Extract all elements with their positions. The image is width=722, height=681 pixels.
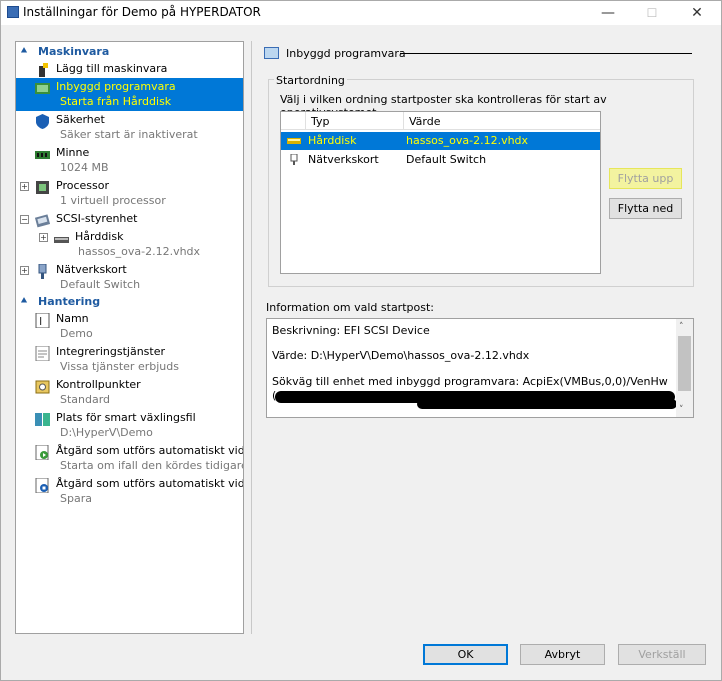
expand-icon[interactable]: + <box>20 266 29 275</box>
cancel-button[interactable]: Avbryt <box>520 644 605 665</box>
boot-entry-info-textbox[interactable]: Beskrivning: EFI SCSI Device Värde: D:\H… <box>266 318 694 418</box>
add-hardware-icon <box>39 63 48 77</box>
settings-navigation: ⯅ Maskinvara Lägg till maskinvara Inbygg… <box>15 41 244 634</box>
nav-processor[interactable]: + Processor 1 virtuell processor <box>16 177 243 210</box>
shield-icon <box>36 114 49 129</box>
nav-checkpoints[interactable]: Kontrollpunkter Standard <box>16 376 243 409</box>
hyperv-app-icon <box>7 6 19 18</box>
scsi-icon <box>35 214 50 228</box>
maximize-button[interactable]: ☐ <box>629 1 675 25</box>
nav-network-adapter[interactable]: + Nätverkskort Default Switch <box>16 261 243 294</box>
nav-smart-paging[interactable]: Plats för smart växlingsfil D:\HyperV\De… <box>16 409 243 442</box>
panel-title: Inbyggd programvara <box>286 47 406 60</box>
close-button[interactable]: ✕ <box>674 1 720 25</box>
minimize-button[interactable]: — <box>585 1 631 25</box>
column-type[interactable]: Typ <box>311 115 330 128</box>
network-icon <box>290 154 298 165</box>
nav-memory[interactable]: Minne 1024 MB <box>16 144 243 177</box>
firmware-settings-panel: Inbyggd programvara Startordning Välj i … <box>251 41 708 634</box>
settings-window: Inställningar för Demo på HYPERDATOR — ☐… <box>0 0 722 681</box>
boot-entry-network[interactable]: Nätverkskort Default Switch <box>281 151 600 169</box>
checkpoint-icon <box>35 380 50 394</box>
collapse-chevron-icon: ⯅ <box>20 46 28 57</box>
collapse-icon[interactable]: − <box>20 215 29 224</box>
collapse-chevron-icon: ⯅ <box>20 296 28 307</box>
scroll-down-icon[interactable]: ˅ <box>679 405 684 415</box>
boot-entry-harddisk[interactable]: Hårddisk hassos_ova-2.12.vhdx <box>281 132 600 150</box>
apply-button[interactable]: Verkställ <box>618 644 706 665</box>
expand-icon[interactable]: + <box>39 233 48 242</box>
harddisk-icon <box>54 237 69 243</box>
nav-auto-stop-action[interactable]: Åtgärd som utförs automatiskt vid ... Sp… <box>16 475 243 508</box>
svg-text:I: I <box>39 315 42 328</box>
boot-order-list[interactable]: Typ Värde Hårddisk hassos_ova-2.12.vhdx … <box>280 111 601 274</box>
info-scrollbar[interactable]: ˄ ˅ <box>676 319 693 417</box>
harddisk-icon <box>287 138 301 144</box>
section-management[interactable]: ⯅ Hantering <box>16 294 243 310</box>
auto-start-icon <box>35 445 49 460</box>
nav-security[interactable]: Säkerhet Säker start är inaktiverat <box>16 111 243 144</box>
move-up-button[interactable]: Flytta upp <box>609 168 682 189</box>
nav-harddisk[interactable]: + Hårddisk hassos_ova-2.12.vhdx <box>16 228 243 261</box>
scroll-thumb[interactable] <box>678 336 691 391</box>
scroll-up-icon[interactable]: ˄ <box>679 322 684 332</box>
column-value[interactable]: Värde <box>409 115 441 128</box>
move-down-button[interactable]: Flytta ned <box>609 198 682 219</box>
section-hardware[interactable]: ⯅ Maskinvara <box>16 44 243 60</box>
boot-order-label: Startordning <box>274 74 347 87</box>
integration-icon <box>35 346 50 361</box>
firmware-icon <box>35 83 50 94</box>
redaction-mark <box>417 399 677 409</box>
nav-add-hardware[interactable]: Lägg till maskinvara <box>16 60 243 78</box>
network-icon <box>38 264 47 279</box>
info-label: Information om vald startpost: <box>266 301 434 314</box>
paging-icon <box>35 413 50 426</box>
list-header: Typ Värde <box>281 112 600 130</box>
ok-button[interactable]: OK <box>423 644 508 665</box>
name-icon: I <box>35 313 50 328</box>
memory-icon <box>35 151 50 159</box>
nav-name[interactable]: I Namn Demo <box>16 310 243 343</box>
title-divider <box>400 53 692 54</box>
nav-auto-start-action[interactable]: Åtgärd som utförs automatiskt vid ... St… <box>16 442 243 475</box>
nav-scsi-controller[interactable]: − SCSI-styrenhet <box>16 210 243 228</box>
expand-icon[interactable]: + <box>20 182 29 191</box>
firmware-monitor-icon <box>264 47 279 59</box>
title-bar: Inställningar för Demo på HYPERDATOR — ☐… <box>1 1 721 25</box>
nav-integration-services[interactable]: Integreringstjänster Vissa tjänster erbj… <box>16 343 243 376</box>
processor-icon <box>36 181 49 194</box>
auto-stop-icon <box>35 478 49 493</box>
nav-firmware[interactable]: Inbyggd programvara Starta från Hårddisk <box>16 78 243 111</box>
window-title: Inställningar för Demo på HYPERDATOR <box>23 5 261 19</box>
